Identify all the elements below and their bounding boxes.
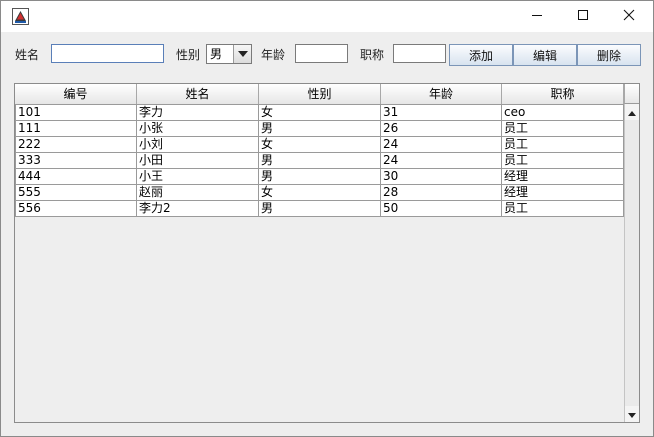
cell-title[interactable]: ceo [502, 105, 624, 121]
minimize-icon [531, 9, 543, 24]
table-row[interactable]: 101 李力 女 31 ceo [15, 105, 624, 121]
app-window: 姓名 性别 男 年龄 职称 添加 编辑 删除 编号 姓名 性别 年龄 职称 10… [0, 0, 654, 437]
column-header-title[interactable]: 职称 [502, 84, 624, 104]
scroll-down-button[interactable] [625, 406, 639, 422]
name-label: 姓名 [15, 48, 40, 62]
cell-id[interactable]: 222 [15, 137, 137, 153]
cell-name[interactable]: 小王 [137, 169, 259, 185]
age-label: 年龄 [261, 48, 286, 62]
table-row[interactable]: 333 小田 男 24 员工 [15, 153, 624, 169]
title-bar[interactable] [1, 1, 653, 32]
cell-name[interactable]: 李力 [137, 105, 259, 121]
cell-title[interactable]: 员工 [502, 137, 624, 153]
scroll-up-button[interactable] [625, 104, 639, 120]
gender-selected-value: 男 [210, 47, 223, 61]
table-row[interactable]: 444 小王 男 30 经理 [15, 169, 624, 185]
table-body: 101 李力 女 31 ceo 111 小张 男 26 员工 222 小刘 女 … [15, 105, 624, 217]
cell-gender[interactable]: 男 [259, 121, 381, 137]
close-button[interactable] [606, 1, 652, 32]
cell-gender[interactable]: 男 [259, 153, 381, 169]
table-header: 编号 姓名 性别 年龄 职称 [15, 84, 624, 105]
input-toolbar: 姓名 性别 男 年龄 职称 添加 编辑 删除 [1, 32, 653, 78]
cell-title[interactable]: 员工 [502, 153, 624, 169]
cell-title[interactable]: 经理 [502, 185, 624, 201]
maximize-button[interactable] [560, 1, 606, 32]
cell-id[interactable]: 556 [15, 201, 137, 217]
add-button[interactable]: 添加 [449, 44, 513, 66]
cell-title[interactable]: 经理 [502, 169, 624, 185]
cell-name[interactable]: 小田 [137, 153, 259, 169]
maximize-icon [577, 9, 589, 24]
age-input[interactable] [295, 44, 348, 63]
column-header-age[interactable]: 年龄 [381, 84, 502, 104]
cell-age[interactable]: 28 [381, 185, 502, 201]
edit-button[interactable]: 编辑 [513, 44, 577, 66]
name-input[interactable] [51, 44, 164, 63]
cell-gender[interactable]: 女 [259, 105, 381, 121]
cell-age[interactable]: 31 [381, 105, 502, 121]
table-row[interactable]: 111 小张 男 26 员工 [15, 121, 624, 137]
java-app-icon [12, 8, 29, 25]
table-row[interactable]: 222 小刘 女 24 员工 [15, 137, 624, 153]
chevron-down-icon[interactable] [233, 45, 251, 63]
cell-id[interactable]: 333 [15, 153, 137, 169]
arrow-down-icon [628, 407, 636, 421]
title-label: 职称 [360, 48, 385, 62]
column-header-name[interactable]: 姓名 [137, 84, 259, 104]
cell-gender[interactable]: 男 [259, 201, 381, 217]
cell-age[interactable]: 26 [381, 121, 502, 137]
table-header-corner [624, 84, 639, 104]
cell-name[interactable]: 小张 [137, 121, 259, 137]
cell-title[interactable]: 员工 [502, 201, 624, 217]
cell-age[interactable]: 24 [381, 153, 502, 169]
table-row[interactable]: 555 赵丽 女 28 经理 [15, 185, 624, 201]
cell-name[interactable]: 赵丽 [137, 185, 259, 201]
close-icon [623, 9, 635, 24]
cell-gender[interactable]: 女 [259, 185, 381, 201]
cell-id[interactable]: 111 [15, 121, 137, 137]
cell-id[interactable]: 101 [15, 105, 137, 121]
cell-id[interactable]: 555 [15, 185, 137, 201]
employee-table: 编号 姓名 性别 年龄 职称 101 李力 女 31 ceo 111 小张 男 … [14, 83, 640, 423]
cell-name[interactable]: 李力2 [137, 201, 259, 217]
cell-age[interactable]: 24 [381, 137, 502, 153]
table-row[interactable]: 556 李力2 男 50 员工 [15, 201, 624, 217]
gender-label: 性别 [176, 48, 201, 62]
cell-gender[interactable]: 女 [259, 137, 381, 153]
cell-title[interactable]: 员工 [502, 121, 624, 137]
cell-gender[interactable]: 男 [259, 169, 381, 185]
title-input[interactable] [393, 44, 446, 63]
minimize-button[interactable] [514, 1, 560, 32]
cell-name[interactable]: 小刘 [137, 137, 259, 153]
column-header-id[interactable]: 编号 [15, 84, 137, 104]
column-header-gender[interactable]: 性别 [259, 84, 381, 104]
arrow-up-icon [628, 105, 636, 119]
gender-select[interactable]: 男 [206, 44, 252, 64]
vertical-scrollbar[interactable] [624, 104, 639, 422]
delete-button[interactable]: 删除 [577, 44, 641, 66]
cell-age[interactable]: 50 [381, 201, 502, 217]
cell-id[interactable]: 444 [15, 169, 137, 185]
cell-age[interactable]: 30 [381, 169, 502, 185]
